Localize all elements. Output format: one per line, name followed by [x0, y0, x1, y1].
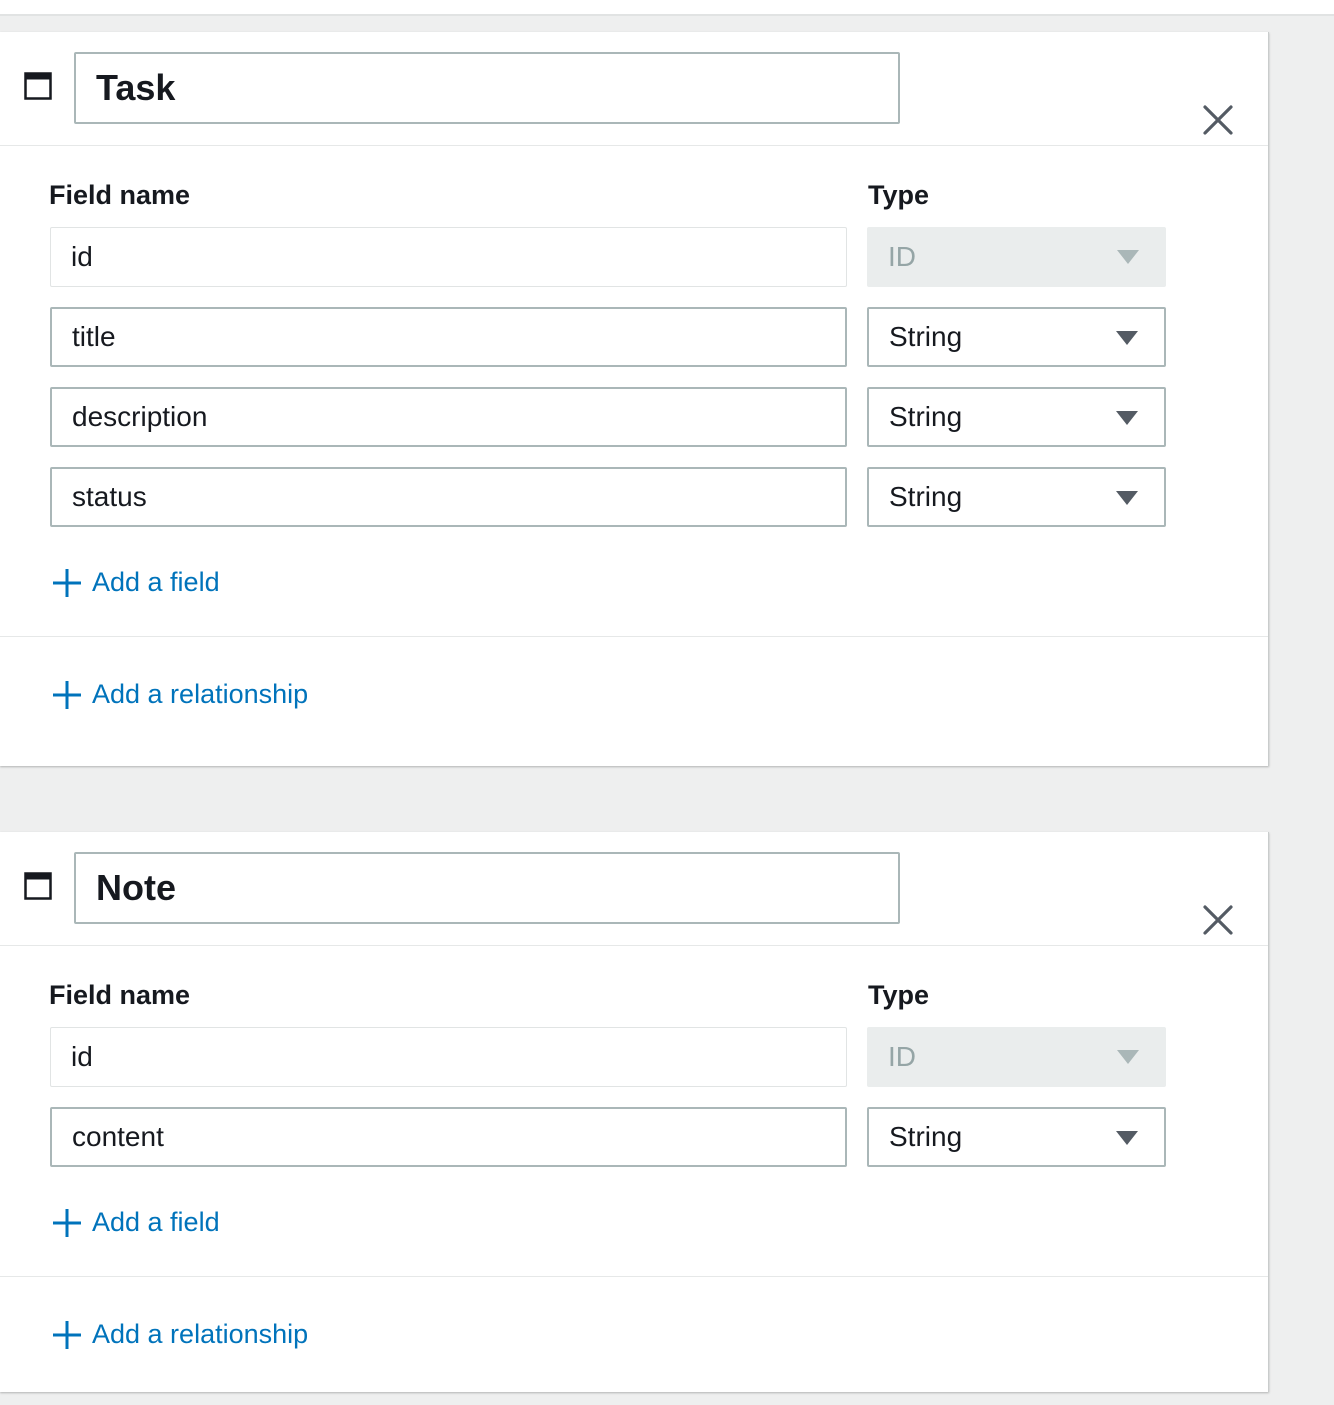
caret-down-icon — [1116, 491, 1138, 505]
field-row: String — [50, 307, 1166, 367]
close-icon — [1203, 105, 1233, 135]
add-relationship-button[interactable]: Add a relationship — [52, 1319, 308, 1350]
relationship-section: Add a relationship — [0, 1277, 1268, 1405]
field-name-input — [50, 227, 847, 287]
add-relationship-button[interactable]: Add a relationship — [52, 679, 308, 710]
field-row: ID — [50, 1027, 1166, 1087]
add-field-button[interactable]: Add a field — [52, 1207, 220, 1238]
caret-down-icon — [1116, 1131, 1138, 1145]
top-bar — [0, 0, 1334, 16]
type-column-label: Type — [868, 180, 930, 210]
field-name-column-label: Field name — [49, 980, 191, 1010]
field-type-value: String — [889, 1121, 963, 1152]
model-name-input[interactable] — [74, 852, 900, 924]
field-type-select: ID — [867, 1027, 1166, 1087]
field-name-input[interactable] — [50, 387, 847, 447]
model-name-input[interactable] — [74, 52, 900, 124]
field-type-value: ID — [888, 241, 916, 272]
field-row: String — [50, 467, 1166, 527]
model-card-header — [0, 32, 1268, 146]
add-relationship-label: Add a relationship — [92, 679, 309, 709]
model-card-note: Field name Type ID String Add a field — [0, 832, 1269, 1392]
fields-section: Field name Type ID String String — [0, 146, 1268, 637]
plus-icon — [53, 680, 81, 709]
remove-model-button[interactable] — [1196, 898, 1240, 942]
field-type-select[interactable]: String — [867, 467, 1166, 527]
field-name-input — [50, 1027, 847, 1087]
model-card-header — [0, 832, 1268, 946]
field-type-value: String — [889, 321, 963, 352]
add-field-label: Add a field — [92, 1207, 220, 1237]
model-card-task: Field name Type ID String String — [0, 32, 1269, 766]
field-name-input[interactable] — [50, 1107, 847, 1167]
plus-icon — [53, 1208, 81, 1237]
fields-section: Field name Type ID String Add a field — [0, 946, 1268, 1277]
field-name-input[interactable] — [50, 467, 847, 527]
relationship-section: Add a relationship — [0, 637, 1268, 765]
field-type-value: String — [889, 481, 963, 512]
field-name-input[interactable] — [50, 307, 847, 367]
add-field-button[interactable]: Add a field — [52, 567, 220, 598]
add-field-label: Add a field — [92, 567, 220, 597]
field-row: ID — [50, 227, 1166, 287]
field-row: String — [50, 387, 1166, 447]
plus-icon — [53, 1320, 81, 1349]
remove-model-button[interactable] — [1196, 98, 1240, 142]
plus-icon — [53, 568, 81, 597]
model-window-icon — [24, 72, 52, 100]
field-type-select[interactable]: String — [867, 1107, 1166, 1167]
model-window-icon — [24, 872, 52, 900]
add-relationship-label: Add a relationship — [92, 1319, 309, 1349]
field-type-value: ID — [888, 1041, 916, 1072]
field-row: String — [50, 1107, 1166, 1167]
field-type-select[interactable]: String — [867, 307, 1166, 367]
field-type-select: ID — [867, 227, 1166, 287]
caret-down-icon — [1116, 331, 1138, 345]
caret-down-icon — [1116, 411, 1138, 425]
close-icon — [1203, 905, 1233, 935]
caret-down-icon — [1117, 1050, 1139, 1064]
field-name-column-label: Field name — [49, 180, 191, 210]
field-type-value: String — [889, 401, 963, 432]
type-column-label: Type — [868, 980, 930, 1010]
caret-down-icon — [1117, 250, 1139, 264]
field-type-select[interactable]: String — [867, 387, 1166, 447]
